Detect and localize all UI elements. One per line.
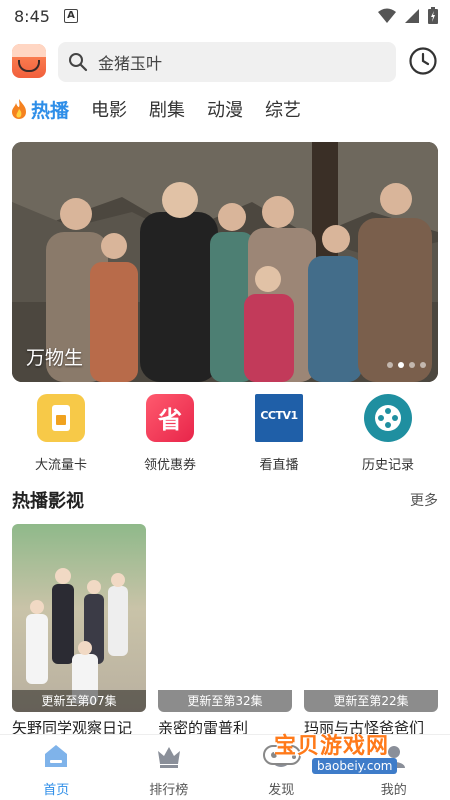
video-card[interactable]: 更新至第07集 矢野同学观察日记: [12, 524, 146, 734]
history-clock-icon[interactable]: [408, 46, 438, 76]
sim-card-icon: [37, 394, 85, 442]
poster-image: 更新至第32集: [158, 524, 292, 712]
app-logo[interactable]: [12, 44, 46, 78]
search-query: 金猪玉叶: [98, 54, 163, 73]
section-title: 热播影视: [12, 491, 84, 512]
watermark-text: 宝贝游戏网: [274, 734, 390, 759]
cctv-icon: CCTV1: [255, 394, 303, 442]
banner-caption: 万物生: [26, 347, 84, 369]
video-card[interactable]: 更新至第32集 亲密的雷普利: [158, 524, 292, 734]
tab-series[interactable]: 剧集: [149, 96, 185, 122]
tab-variety[interactable]: 综艺: [265, 96, 301, 122]
battery-icon: [428, 7, 438, 24]
nav-ranking[interactable]: 排行榜: [113, 735, 226, 800]
episode-badge: 更新至第32集: [158, 690, 292, 712]
category-tabs: 热播 电影 剧集 动漫 综艺: [10, 92, 323, 126]
shortcut-history[interactable]: 历史记录: [348, 394, 428, 473]
shortcut-live[interactable]: CCTV1 看直播: [239, 394, 319, 473]
poster-image: 更新至第22集: [304, 524, 438, 712]
hot-list: 更新至第07集 矢野同学观察日记 更新至第32集 亲密的雷普利 更新至第22集 …: [0, 524, 450, 734]
wifi-icon: [378, 8, 396, 23]
shortcut-label: 领优惠券: [143, 458, 196, 473]
nav-home[interactable]: 首页: [0, 735, 113, 800]
banner-pagination: [387, 362, 426, 368]
pager-dot: [409, 362, 415, 368]
coupon-glyph: 省: [158, 406, 182, 434]
pager-dot-active: [398, 362, 404, 368]
signal-icon: [405, 8, 419, 23]
tab-hot[interactable]: 热播: [10, 96, 69, 123]
poster-image: 更新至第07集: [12, 524, 146, 712]
tab-anime[interactable]: 动漫: [207, 96, 243, 122]
shortcut-coupon[interactable]: 省 领优惠券: [130, 394, 210, 473]
nav-label: 发现: [268, 783, 295, 798]
cctv-glyph: CCTV1: [260, 409, 298, 422]
nav-label: 首页: [43, 783, 70, 798]
tab-movies[interactable]: 电影: [91, 96, 127, 122]
shortcut-grid: 大流量卡 省 领优惠券 CCTV1 看直播 历史记录: [0, 394, 450, 474]
video-card[interactable]: 更新至第22集 玛丽与古怪爸爸们: [304, 524, 438, 734]
shortcut-label: 历史记录: [361, 458, 414, 473]
search-bar[interactable]: 金猪玉叶: [58, 42, 396, 82]
video-title: 矢野同学观察日记: [12, 719, 133, 734]
episode-badge: 更新至第07集: [12, 690, 146, 712]
featured-banner[interactable]: 万物生: [12, 142, 438, 382]
shortcut-label: 大流量卡: [34, 458, 87, 473]
crown-icon: [157, 747, 180, 768]
film-reel-icon: [364, 394, 412, 442]
home-icon: [45, 745, 68, 767]
notification-icon: A: [63, 9, 78, 23]
coupon-icon: 省: [146, 394, 194, 442]
nav-label: 排行榜: [149, 783, 189, 798]
status-time: 8:45: [14, 6, 50, 26]
search-row: 金猪玉叶: [0, 38, 450, 86]
search-icon: [69, 53, 88, 72]
tab-hot-label: 热播: [31, 99, 70, 122]
status-icons: [378, 7, 438, 24]
shortcut-label: 看直播: [259, 458, 299, 473]
status-bar: 8:45 A: [0, 0, 450, 32]
pager-dot: [387, 362, 393, 368]
nav-label: 我的: [380, 783, 407, 798]
fire-icon: [12, 99, 26, 119]
shortcut-data-card[interactable]: 大流量卡: [21, 394, 101, 473]
episode-badge: 更新至第22集: [304, 690, 438, 712]
more-link[interactable]: 更多: [410, 490, 438, 510]
pager-dot: [420, 362, 426, 368]
watermark: 宝贝游戏网 baobeiy.com: [262, 726, 422, 780]
watermark-url: baobeiy.com: [312, 758, 398, 774]
